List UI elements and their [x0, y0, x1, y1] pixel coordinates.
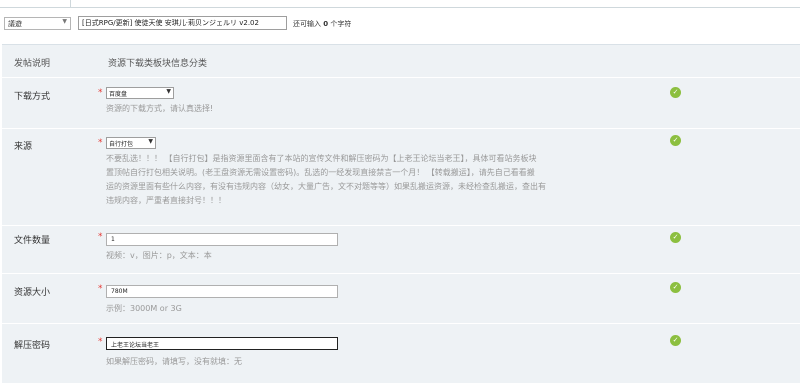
- category-select-value: 議遊: [8, 20, 22, 28]
- chevron-down-icon: ▼: [148, 138, 153, 145]
- category-select[interactable]: 議遊 ▼: [4, 17, 71, 30]
- download-method-row: 下载方式 * 百度盘 ▼ 资源的下载方式，请认真选择! ✓: [2, 77, 800, 129]
- title-char-counter: 还可输入 0 个字符: [293, 19, 351, 29]
- check-circle-icon: ✓: [670, 335, 681, 346]
- section-header-row: 发帖说明 资源下载类板块信息分类: [2, 45, 800, 78]
- tab-divider: [0, 7, 800, 8]
- download-method-hint: 资源的下载方式，请认真选择!: [106, 104, 214, 113]
- chevron-down-icon: ▼: [166, 88, 171, 95]
- file-count-row: 文件数量 * 1 视频：v，图片：p，文本：本 ✓: [2, 225, 800, 274]
- source-row: 来源 * 自行打包 ▼ 不要乱选！！！ 【自行打包】是指资源里面含有了本站的宣传…: [2, 128, 800, 226]
- resource-size-input[interactable]: 780M: [106, 285, 338, 298]
- resource-size-hint: 示例：3000M or 3G: [106, 304, 182, 313]
- check-circle-icon: ✓: [670, 87, 681, 98]
- check-circle-icon: ✓: [670, 232, 681, 243]
- resource-info-panel: 发帖说明 资源下载类板块信息分类 下载方式 * 百度盘 ▼ 资源的下载方式，请认…: [2, 44, 800, 384]
- section-label: 发帖说明: [14, 59, 51, 69]
- source-hint-line: 运的资源里面有些什么内容，有没有违规内容（幼女，大量广告，文不对题等等）如果乱搬…: [106, 182, 546, 191]
- counter-count: 0: [323, 20, 329, 28]
- file-count-input[interactable]: 1: [106, 233, 338, 246]
- section-heading: 资源下载类板块信息分类: [108, 59, 208, 69]
- extract-password-label: 解压密码: [14, 341, 51, 351]
- source-value: 自行打包: [109, 141, 134, 148]
- counter-prefix: 还可输入: [293, 20, 321, 28]
- resource-size-label: 资源大小: [14, 288, 51, 298]
- extract-password-input[interactable]: 上老王论坛当老王: [106, 337, 338, 350]
- download-method-label: 下载方式: [14, 92, 51, 102]
- required-mark: *: [98, 88, 103, 98]
- extract-password-hint: 如果解压密码，请填写，没有就填：无: [106, 357, 242, 366]
- check-circle-icon: ✓: [670, 135, 681, 146]
- check-circle-icon: ✓: [670, 282, 681, 293]
- extract-password-row: 解压密码 * 上老王论坛当老王 如果解压密码，请填写，没有就填：无 ✓: [2, 323, 800, 384]
- source-hint-line: 不要乱选！！！ 【自行打包】是指资源里面含有了本站的宣传文件和解压密码为【上老王…: [106, 154, 537, 163]
- required-mark: *: [98, 232, 103, 242]
- download-method-select[interactable]: 百度盘 ▼: [106, 87, 174, 99]
- required-mark: *: [98, 337, 103, 347]
- source-label: 来源: [14, 142, 33, 152]
- source-hint-line: 违规内容，严重者直接封号！！！: [106, 196, 226, 205]
- required-mark: *: [98, 284, 103, 294]
- counter-suffix: 个字符: [330, 20, 352, 28]
- chevron-down-icon: ▼: [62, 18, 67, 25]
- thread-title-input[interactable]: [日式RPG/更新] 使徒天使 安琪儿·莉贝ンジェルリ v2.02: [78, 16, 287, 30]
- source-hint-line: 置顶帖自行打包相关说明。(老王盘资源无需设置密码)。乱选的一经发现直接禁言一个月…: [106, 168, 535, 177]
- source-select[interactable]: 自行打包 ▼: [106, 137, 156, 149]
- download-method-value: 百度盘: [109, 91, 128, 98]
- title-row: 議遊 ▼ [日式RPG/更新] 使徒天使 安琪儿·莉贝ンジェルリ v2.02 还…: [0, 14, 800, 40]
- top-tab-strip: [0, 0, 800, 8]
- resource-size-row: 资源大小 * 780M 示例：3000M or 3G ✓: [2, 273, 800, 324]
- required-mark: *: [98, 138, 103, 148]
- file-count-label: 文件数量: [14, 236, 51, 246]
- file-count-hint: 视频：v，图片：p，文本：本: [106, 251, 212, 260]
